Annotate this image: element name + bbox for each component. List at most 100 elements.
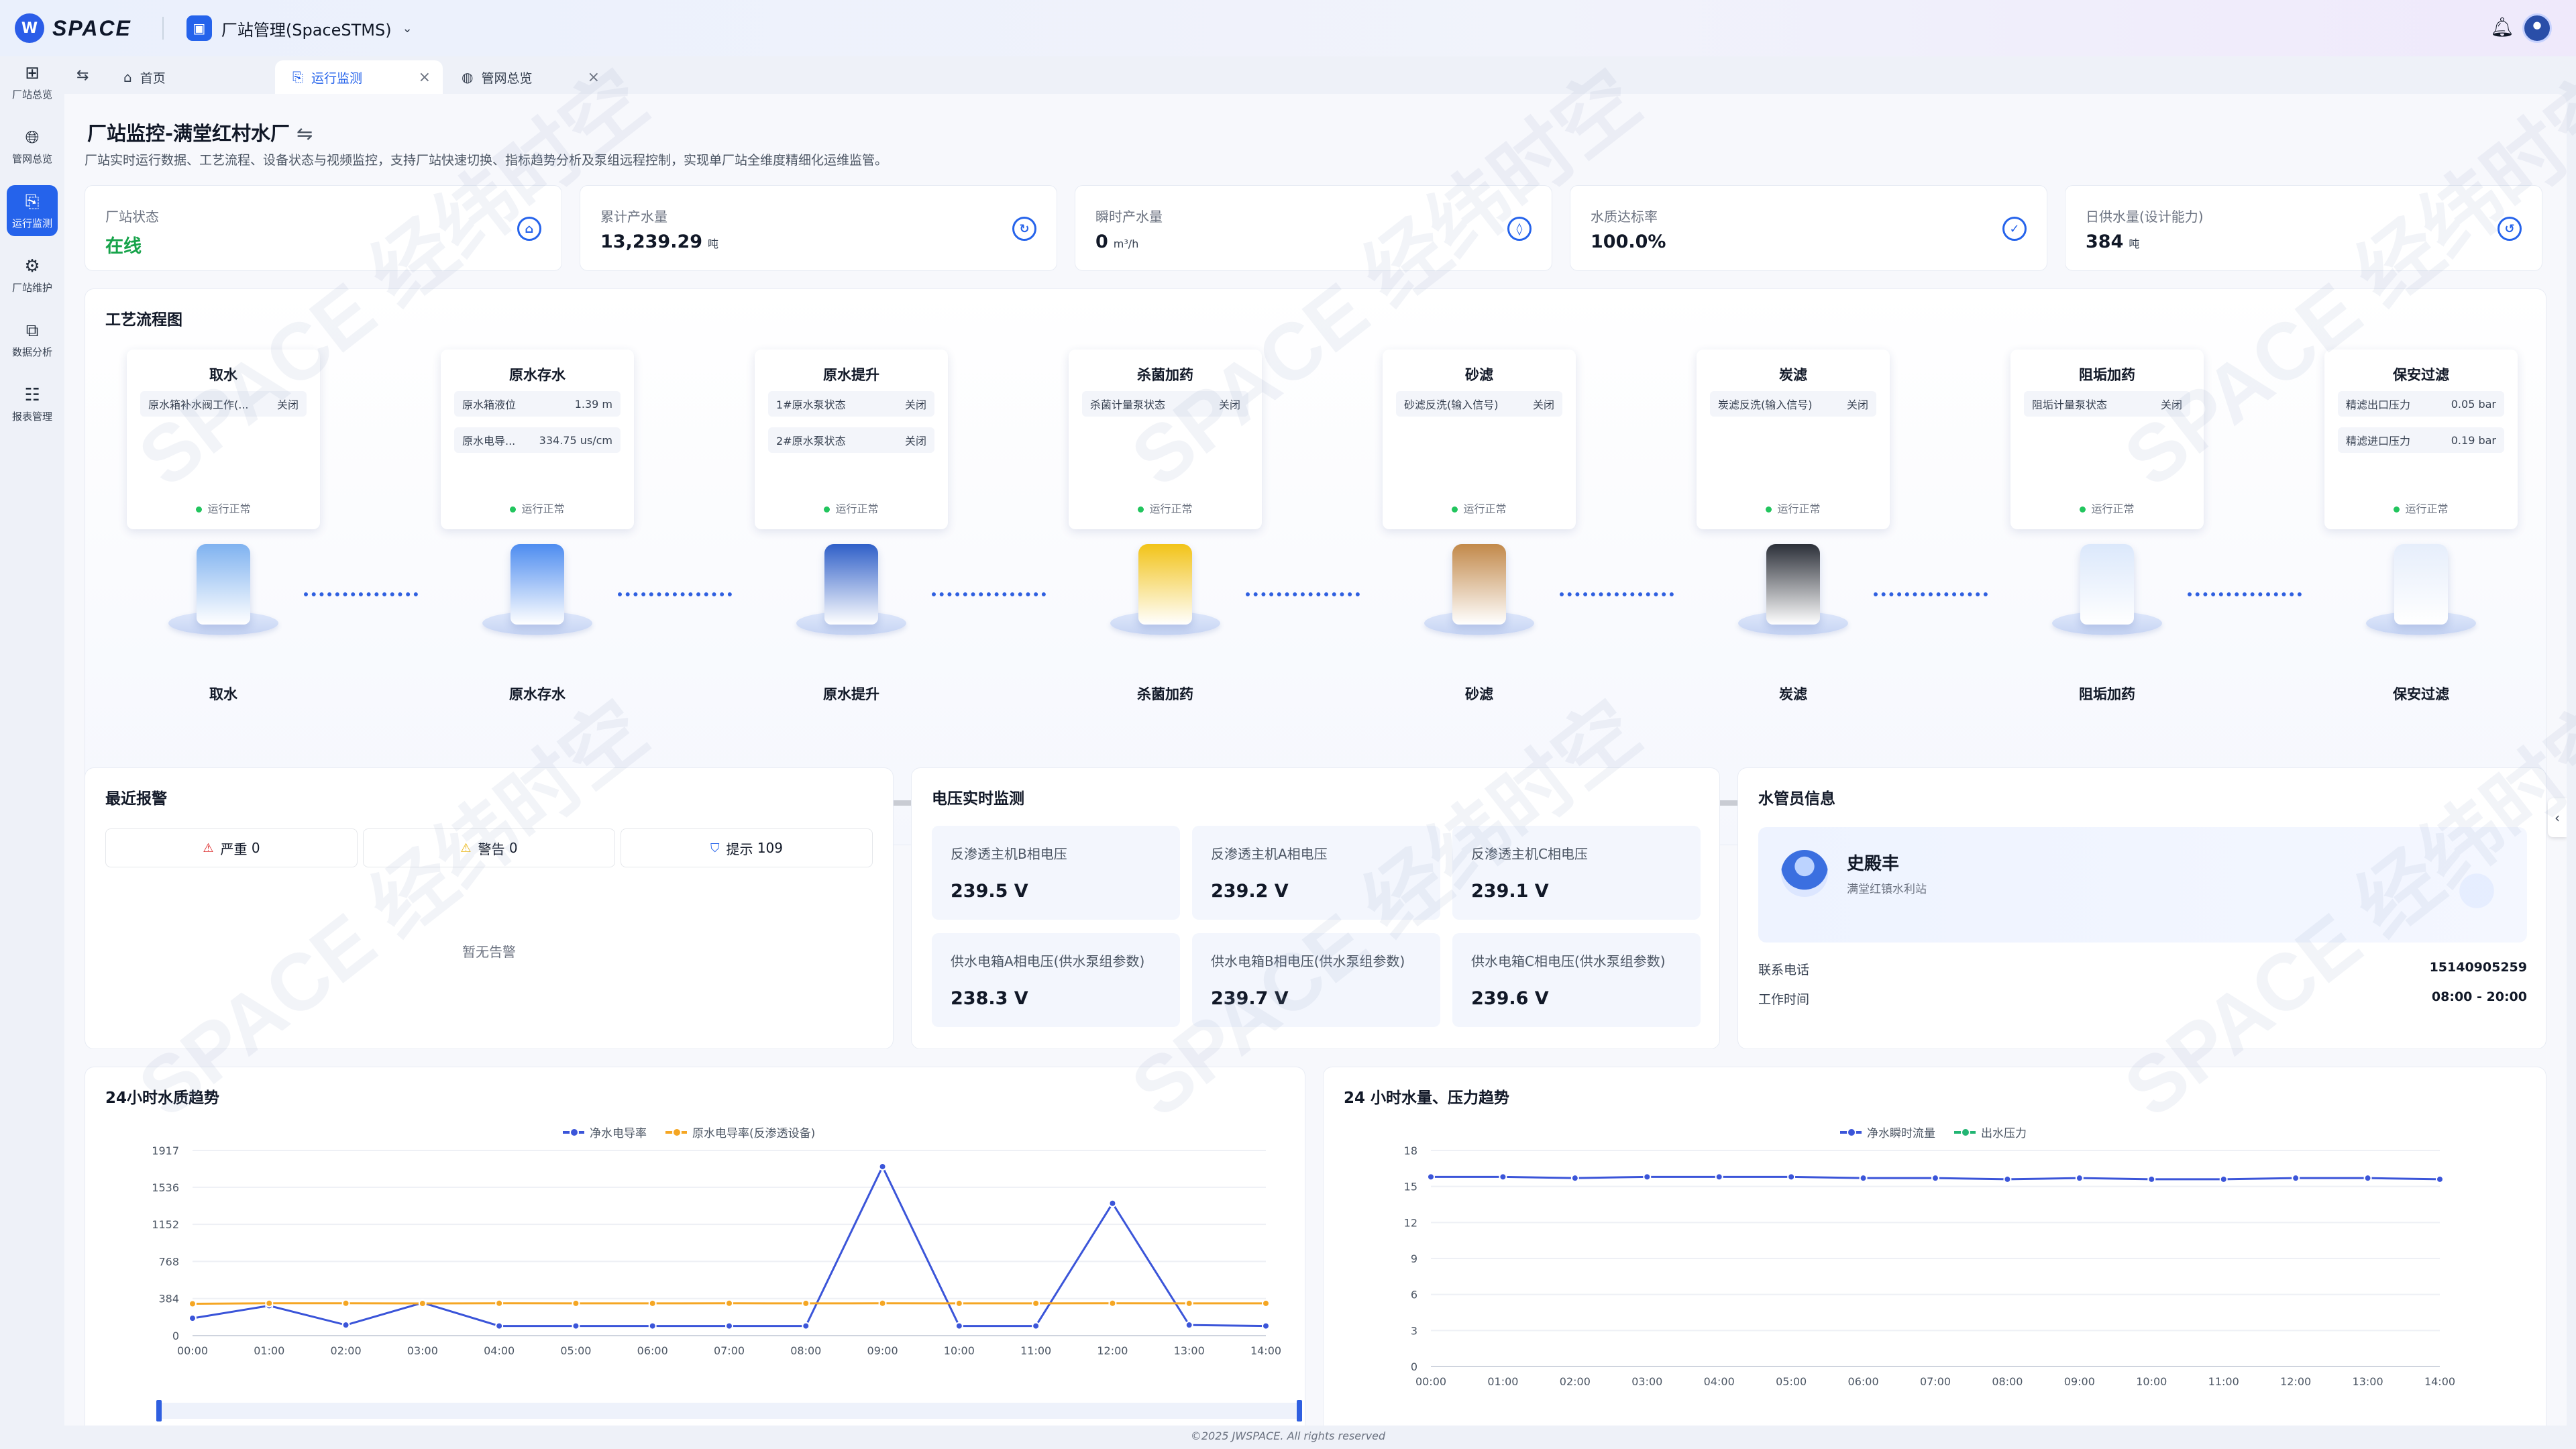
- data-point: [2147, 1175, 2156, 1183]
- y-tick-label: 0: [1411, 1360, 1417, 1373]
- staff-phone[interactable]: 15140905259: [2430, 960, 2527, 975]
- chevron-left-icon[interactable]: ‹: [2548, 798, 2567, 837]
- x-tick-label: 05:00: [1776, 1375, 1807, 1388]
- logo[interactable]: W SPACE: [15, 13, 131, 43]
- alarm-yellow-icon: ⚠︎: [460, 841, 472, 855]
- close-icon[interactable]: ×: [419, 69, 431, 86]
- equipment-illustration[interactable]: [2040, 531, 2174, 672]
- kpi-value: 0 m³/h: [1095, 231, 1139, 252]
- zoom-handle-right: [1297, 1400, 1302, 1421]
- stage-card[interactable]: 炭滤 炭滤反洗(输入信号) 关闭 运行正常: [1697, 350, 1890, 529]
- y-tick-label: 384: [158, 1293, 179, 1305]
- home-icon: ⌂: [517, 217, 541, 241]
- data-point: [955, 1322, 963, 1330]
- stage-status: 运行正常: [1383, 500, 1576, 516]
- data-point: [495, 1322, 504, 1330]
- stage-name: 取水: [209, 367, 237, 383]
- x-tick-label: 09:00: [2064, 1375, 2095, 1388]
- tab-network-overview[interactable]: ◍ 管网总览 ×: [444, 60, 612, 94]
- quality-chart: 0 384 768 1152 1536 1917 00:00 01:00 02:00 03:00 0…: [152, 1144, 1302, 1421]
- decoration-icon: [2447, 861, 2507, 921]
- sidebar-item-network-overview[interactable]: 🌐︎ 管网总览: [7, 121, 58, 172]
- app-title[interactable]: 厂站管理(SpaceSTMS): [221, 17, 392, 40]
- equipment-illustration[interactable]: [1098, 531, 1232, 672]
- param-label: 砂滤反洗(输入信号): [1404, 398, 1499, 411]
- sidebar-item-monitoring[interactable]: ⎘ 运行监测: [7, 185, 58, 236]
- tab-monitoring[interactable]: ⎘ 运行监测 ×: [275, 60, 443, 94]
- sidebar-item-maintenance[interactable]: ⚙︎ 厂站维护: [7, 250, 58, 301]
- data-point: [2363, 1174, 2372, 1183]
- flow-connector: [1560, 592, 1674, 598]
- y-tick-label: 1152: [152, 1218, 179, 1231]
- kpi-value: 在线: [105, 236, 142, 257]
- voltage-card: 反渗透主机C相电压 239.1 V: [1452, 826, 1701, 920]
- staff-panel: 水管员信息 史殿丰 满堂红镇水利站 联系电话 15140905259 工作时间 …: [1737, 767, 2546, 1049]
- param-value: 关闭: [2160, 398, 2182, 411]
- data-point: [725, 1322, 733, 1330]
- tab-label: 运行监测: [311, 70, 363, 86]
- tab-home[interactable]: ⌂ 首页: [106, 60, 274, 94]
- x-tick-label: 07:00: [714, 1344, 745, 1357]
- stage-card[interactable]: 砂滤 砂滤反洗(输入信号) 关闭 运行正常: [1383, 350, 1576, 529]
- voltage-value: 239.2 V: [1211, 881, 1289, 902]
- kpi-label: 累计产水量: [600, 209, 667, 225]
- alarm-chip-critical[interactable]: ⚠︎ 严重 0: [105, 828, 358, 867]
- equipment-illustration[interactable]: [470, 531, 604, 672]
- param-value: 关闭: [1218, 398, 1240, 411]
- status-dot: [1766, 506, 1772, 513]
- panel-title: 最近报警: [105, 790, 167, 808]
- chart-icon: ⧉: [25, 320, 39, 341]
- flow-connector: [304, 592, 418, 598]
- close-icon[interactable]: ×: [588, 69, 600, 86]
- data-point: [1931, 1174, 1939, 1183]
- alarm-chip-count: 109: [757, 840, 784, 856]
- sidebar-item-station-overview[interactable]: ⊞ 厂站总览: [7, 56, 58, 107]
- alarm-chip-warning[interactable]: ⚠︎ 警告 0: [363, 828, 615, 867]
- stage-card[interactable]: 原水存水 原水箱液位 1.39 m 原水电导... 334.75 us/cm 运行正常: [441, 350, 634, 529]
- sidebar-item-reports[interactable]: ☷ 报表管理: [7, 378, 58, 429]
- avatar[interactable]: [2522, 13, 2552, 43]
- equipment-label: 阻垢加药: [2079, 686, 2135, 702]
- x-tick-label: 02:00: [331, 1344, 362, 1357]
- x-tick-label: 12:00: [1097, 1344, 1128, 1357]
- data-point: [189, 1299, 197, 1308]
- kpi-value: 13,239.29 吨: [600, 231, 719, 252]
- top-bar: W SPACE ▣ 厂站管理(SpaceSTMS) ⌄ 🔔︎: [0, 0, 2576, 56]
- equipment-illustration[interactable]: [784, 531, 918, 672]
- panel-title: 电压实时监测: [932, 790, 1024, 808]
- equipment-illustration[interactable]: [2354, 531, 2488, 672]
- stage-param-row: 精滤出口压力 0.05 bar: [2338, 391, 2504, 417]
- chevron-down-icon[interactable]: ⌄: [402, 21, 413, 36]
- kpi-value: 100.0%: [1591, 231, 1666, 252]
- stage-card[interactable]: 阻垢加药 阻垢计量泵状态 关闭 运行正常: [2010, 350, 2204, 529]
- equipment-illustration[interactable]: [1412, 531, 1546, 672]
- stage-card[interactable]: 杀菌加药 杀菌计量泵状态 关闭 运行正常: [1069, 350, 1262, 529]
- alarm-chip-label: 警告: [478, 841, 505, 857]
- data-point: [1499, 1173, 1507, 1181]
- sidebar-item-label: 厂站总览: [11, 88, 52, 101]
- data-point: [2436, 1175, 2444, 1183]
- equipment-label: 炭滤: [1779, 686, 1807, 702]
- stage-card[interactable]: 保安过滤 精滤出口压力 0.05 bar 精滤进口压力 0.19 bar 运行正常: [2324, 350, 2518, 529]
- bell-icon[interactable]: 🔔︎: [2490, 16, 2514, 40]
- equipment-illustration[interactable]: [1726, 531, 1860, 672]
- voltage-panel: 电压实时监测 反渗透主机B相电压 239.5 V 反渗透主机A相电压 239.2…: [911, 767, 1720, 1049]
- collapse-tabs-icon[interactable]: ⇆: [76, 67, 89, 84]
- x-tick-label: 09:00: [867, 1344, 898, 1357]
- sidebar-item-analysis[interactable]: ⧉ 数据分析: [7, 314, 58, 365]
- kpi-label: 水质达标率: [1591, 209, 1658, 225]
- logo-mark-icon: W: [15, 13, 44, 43]
- stage-card[interactable]: 原水提升 1#原水泵状态 关闭 2#原水泵状态 关闭 运行正常: [755, 350, 948, 529]
- stage-status: 运行正常: [1697, 500, 1890, 516]
- switch-station-icon[interactable]: ⇋: [297, 122, 313, 145]
- drop-icon: ◊: [1507, 217, 1532, 241]
- data-point: [265, 1299, 274, 1307]
- equipment-illustration[interactable]: [156, 531, 290, 672]
- alarm-chip-info[interactable]: ⛉ 提示 109: [621, 828, 873, 867]
- flow-trend-panel: 24 小时水量、压力趋势 净水瞬时流量 出水压力 0 3 6 9 12 15 18 00:00…: [1323, 1067, 2546, 1426]
- quality-trend-panel: 24小时水质趋势 净水电导率 原水电导率(反渗透设备) 0 384 768 1152 1…: [85, 1067, 1305, 1426]
- stage-name: 炭滤: [1779, 367, 1807, 383]
- stage-card[interactable]: 取水 原水箱补水阀工作(... 关闭 运行正常: [127, 350, 320, 529]
- stage-param-row: 2#原水泵状态 关闭: [768, 427, 934, 453]
- y-tick-label: 6: [1411, 1289, 1417, 1301]
